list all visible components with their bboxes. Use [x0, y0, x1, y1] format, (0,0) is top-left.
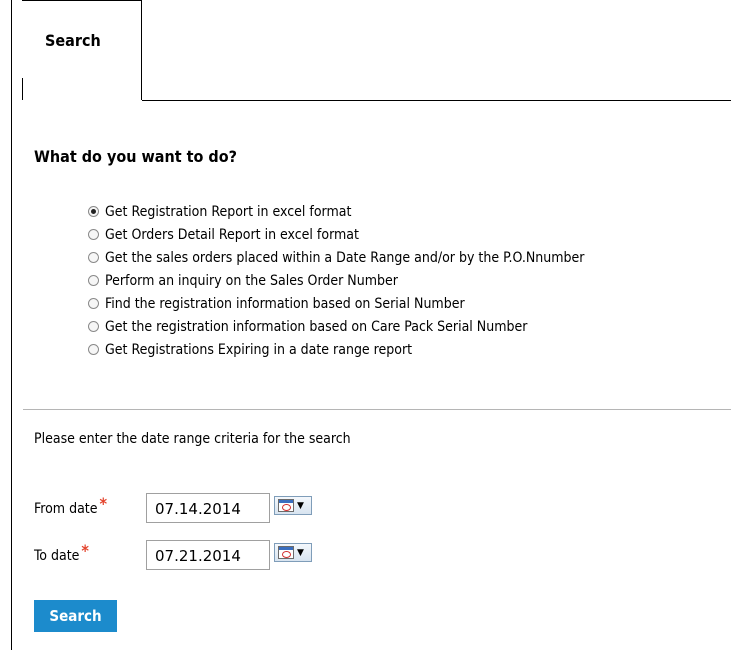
chevron-down-icon: ▼ [297, 500, 304, 511]
option-sales-order-inquiry[interactable]: Perform an inquiry on the Sales Order Nu… [88, 269, 584, 292]
page-left-border [11, 0, 12, 650]
from-date-label: From date * [34, 494, 146, 518]
section-divider [23, 409, 731, 410]
to-date-calendar-button[interactable]: ▼ [274, 543, 312, 562]
tab-search[interactable]: Search [22, 0, 142, 100]
option-label: Get Registration Report in excel format [105, 203, 352, 220]
to-date-label-text: To date [34, 547, 80, 564]
calendar-icon [278, 546, 294, 559]
required-marker: * [99, 493, 108, 513]
radio-button[interactable] [88, 298, 99, 309]
from-date-input[interactable]: 07.14.2014 [146, 493, 270, 523]
required-marker: * [81, 540, 89, 560]
radio-button[interactable] [88, 229, 99, 240]
from-date-label-text: From date [34, 500, 98, 517]
radio-button[interactable] [88, 206, 99, 217]
report-options-radio-group: Get Registration Report in excel format … [88, 200, 584, 361]
option-sales-orders-date-range[interactable]: Get the sales orders placed within a Dat… [88, 246, 584, 269]
option-care-pack-lookup[interactable]: Get the registration information based o… [88, 315, 584, 338]
option-label: Get Registrations Expiring in a date ran… [105, 341, 413, 358]
radio-button[interactable] [88, 321, 99, 332]
tab-left-edge [22, 78, 23, 100]
radio-button[interactable] [88, 344, 99, 355]
from-date-calendar-button[interactable]: ▼ [274, 496, 312, 515]
tab-strip: Search [22, 0, 731, 101]
tab-search-label: Search [45, 31, 101, 50]
option-label: Get Orders Detail Report in excel format [105, 226, 359, 243]
option-serial-number-lookup[interactable]: Find the registration information based … [88, 292, 584, 315]
tab-bottom-line [142, 100, 731, 101]
calendar-icon [278, 499, 294, 512]
radio-button[interactable] [88, 252, 99, 263]
to-date-input[interactable]: 07.21.2014 [146, 540, 270, 570]
question-heading: What do you want to do? [34, 147, 237, 166]
criteria-instructions: Please enter the date range criteria for… [34, 431, 351, 447]
to-date-row: To date * 07.21.2014 ▼ [34, 540, 312, 570]
option-label: Get the registration information based o… [105, 318, 528, 335]
option-expiring-registrations[interactable]: Get Registrations Expiring in a date ran… [88, 338, 584, 361]
option-label: Find the registration information based … [105, 295, 465, 312]
option-label: Perform an inquiry on the Sales Order Nu… [105, 272, 398, 289]
radio-button[interactable] [88, 275, 99, 286]
option-orders-detail-report[interactable]: Get Orders Detail Report in excel format [88, 223, 584, 246]
to-date-label: To date * [34, 541, 146, 565]
search-button[interactable]: Search [34, 600, 117, 632]
from-date-row: From date * 07.14.2014 ▼ [34, 493, 312, 523]
chevron-down-icon: ▼ [297, 547, 304, 558]
option-label: Get the sales orders placed within a Dat… [105, 249, 585, 266]
option-registration-report[interactable]: Get Registration Report in excel format [88, 200, 584, 223]
